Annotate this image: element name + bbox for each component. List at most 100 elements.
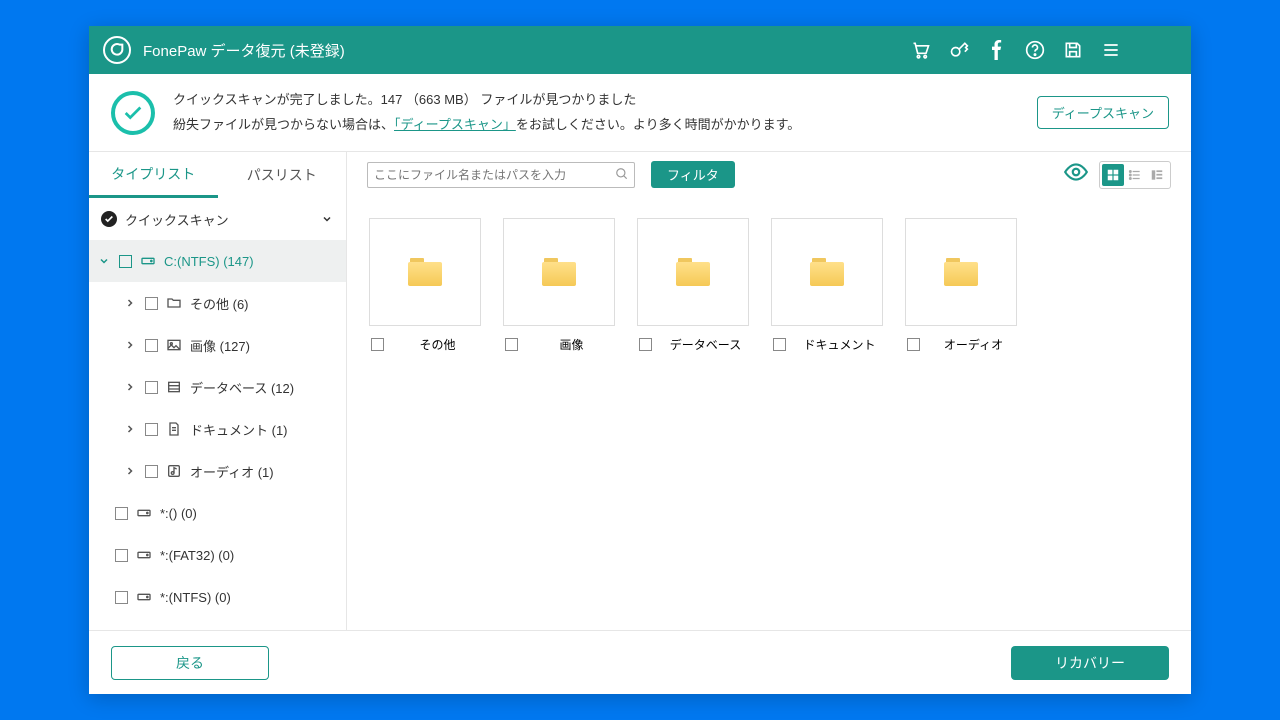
tree-item-label: *:(FAT32) (0) [160, 548, 234, 563]
checkbox[interactable] [145, 339, 158, 352]
tree-item-database[interactable]: データベース (12) [89, 366, 346, 408]
view-controls [1063, 159, 1171, 190]
preview-icon[interactable] [1063, 159, 1089, 190]
menu-icon[interactable] [1101, 40, 1121, 60]
folder-item[interactable]: データベース [637, 218, 749, 353]
footer: 戻る リカバリー [89, 630, 1191, 694]
tree-item-label: ドキュメント (1) [190, 420, 288, 439]
check-circle-icon [101, 211, 117, 227]
folder-icon [542, 258, 576, 286]
view-list-icon[interactable] [1124, 164, 1146, 186]
filter-button[interactable]: フィルタ [651, 161, 735, 188]
folder-label: その他 [394, 336, 481, 353]
toolbar: フィルタ [347, 152, 1191, 198]
folder-thumb[interactable] [771, 218, 883, 326]
checkbox[interactable] [145, 297, 158, 310]
search-input[interactable] [367, 162, 635, 188]
checkbox[interactable] [145, 465, 158, 478]
tree-drive-c[interactable]: C:(NTFS) (147) [89, 240, 346, 282]
folder-icon [166, 295, 182, 311]
tab-type-list[interactable]: タイプリスト [89, 152, 218, 198]
view-grid-icon[interactable] [1102, 164, 1124, 186]
tree-item-label: データベース (12) [190, 378, 294, 397]
sidebar-tabs: タイプリスト パスリスト [89, 152, 346, 198]
audio-icon [166, 463, 182, 479]
chevron-right-icon[interactable] [123, 423, 137, 435]
tree-extra-0[interactable]: *:() (0) [89, 492, 346, 534]
chevron-down-icon[interactable] [97, 255, 111, 267]
checkbox[interactable] [907, 338, 920, 351]
tree-item-audio[interactable]: オーディオ (1) [89, 450, 346, 492]
status-text: クイックスキャンが完了しました。147 （663 MB） ファイルが見つかりまし… [173, 88, 800, 137]
database-icon [166, 379, 182, 395]
body: タイプリスト パスリスト クイックスキャン C:(NTFS) (147) [89, 152, 1191, 630]
view-detail-icon[interactable] [1146, 164, 1168, 186]
key-icon[interactable] [949, 40, 969, 60]
tree-extra-2[interactable]: *:(NTFS) (0) [89, 576, 346, 618]
checkbox[interactable] [115, 549, 128, 562]
deep-scan-link[interactable]: 「ディープスキャン」 [394, 117, 516, 132]
cart-icon[interactable] [911, 40, 931, 60]
folder-thumb[interactable] [637, 218, 749, 326]
chevron-right-icon[interactable] [123, 339, 137, 351]
folder-item[interactable]: 画像 [503, 218, 615, 353]
document-icon [166, 421, 182, 437]
deep-scan-button[interactable]: ディープスキャン [1037, 96, 1169, 129]
tree-item-document[interactable]: ドキュメント (1) [89, 408, 346, 450]
recover-button[interactable]: リカバリー [1011, 646, 1169, 680]
search-box [367, 162, 635, 188]
chevron-right-icon[interactable] [123, 465, 137, 477]
tree-item-label: 画像 (127) [190, 336, 250, 355]
checkbox[interactable] [371, 338, 384, 351]
sidebar: タイプリスト パスリスト クイックスキャン C:(NTFS) (147) [89, 152, 347, 630]
folder-item[interactable]: その他 [369, 218, 481, 353]
chevron-right-icon[interactable] [123, 297, 137, 309]
checkbox[interactable] [119, 255, 132, 268]
window-title: FonePaw データ復元 (未登録) [143, 40, 345, 61]
tree-item-image[interactable]: 画像 (127) [89, 324, 346, 366]
drive-icon [136, 547, 152, 563]
status-line1: クイックスキャンが完了しました。147 （663 MB） ファイルが見つかりまし… [173, 88, 800, 113]
tree-item-label: *:(NTFS) (0) [160, 590, 231, 605]
folder-item[interactable]: ドキュメント [771, 218, 883, 353]
folder-thumb[interactable] [369, 218, 481, 326]
folder-label: 画像 [528, 336, 615, 353]
tree-extra-1[interactable]: *:(FAT32) (0) [89, 534, 346, 576]
folder-thumb[interactable] [503, 218, 615, 326]
folder-icon [408, 258, 442, 286]
folder-thumb[interactable] [905, 218, 1017, 326]
tab-path-list[interactable]: パスリスト [218, 152, 347, 198]
chevron-down-icon[interactable] [320, 213, 334, 225]
main-panel: フィルタ その他 画像 [347, 152, 1191, 630]
folder-icon [676, 258, 710, 286]
drive-icon [140, 253, 156, 269]
folder-label: オーディオ [930, 336, 1017, 353]
folder-grid: その他 画像 データベース ドキュメント オーディオ [347, 198, 1191, 373]
facebook-icon[interactable] [987, 40, 1007, 60]
titlebar-icons [911, 40, 1121, 60]
checkbox[interactable] [639, 338, 652, 351]
drive-icon [136, 505, 152, 521]
back-button[interactable]: 戻る [111, 646, 269, 680]
image-icon [166, 337, 182, 353]
tree-item-other[interactable]: その他 (6) [89, 282, 346, 324]
checkbox[interactable] [115, 591, 128, 604]
folder-label: データベース [662, 336, 749, 353]
tree-item-label: *:() (0) [160, 506, 197, 521]
chevron-right-icon[interactable] [123, 381, 137, 393]
tree-root-quickscan[interactable]: クイックスキャン [89, 198, 346, 240]
tree: クイックスキャン C:(NTFS) (147) その他 (6) [89, 198, 346, 630]
help-icon[interactable] [1025, 40, 1045, 60]
checkbox[interactable] [505, 338, 518, 351]
save-icon[interactable] [1063, 40, 1083, 60]
search-icon[interactable] [615, 167, 629, 186]
checkbox[interactable] [773, 338, 786, 351]
window-controls [1141, 40, 1177, 60]
checkbox[interactable] [145, 381, 158, 394]
checkbox[interactable] [145, 423, 158, 436]
view-mode-box [1099, 161, 1171, 189]
app-window: FonePaw データ復元 (未登録) クイックスキャンが完了しました。147 … [89, 26, 1191, 694]
folder-item[interactable]: オーディオ [905, 218, 1017, 353]
checkbox[interactable] [115, 507, 128, 520]
tree-drive-label: C:(NTFS) (147) [164, 254, 254, 269]
